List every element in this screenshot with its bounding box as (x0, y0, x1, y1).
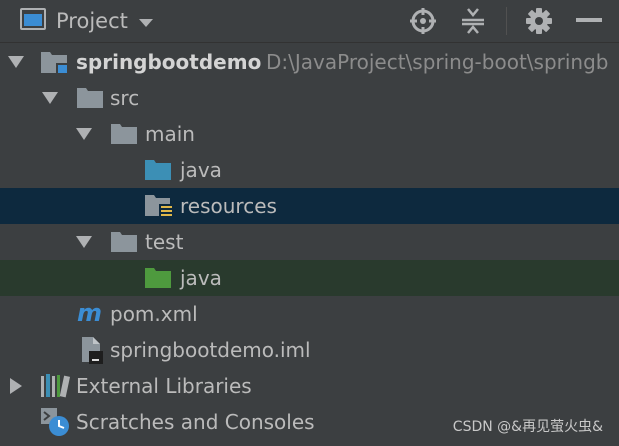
test-folder-label: test (145, 230, 184, 254)
root-module-label: springbootdemo (76, 50, 262, 74)
pom-label: pom.xml (110, 302, 198, 326)
main-folder-label: main (145, 122, 195, 146)
toolbar-separator (506, 7, 507, 35)
tree-node-iml[interactable]: springbootdemo.iml (0, 332, 619, 368)
scratches-label: Scratches and Consoles (76, 410, 315, 434)
folder-icon (110, 224, 138, 260)
resources-label: resources (180, 194, 277, 218)
module-folder-icon (40, 44, 70, 80)
tree-node-main[interactable]: main (0, 116, 619, 152)
project-view-icon (20, 7, 46, 35)
project-view-title: Project (56, 9, 128, 33)
source-folder-icon (144, 152, 172, 188)
project-toolbar: Project (0, 0, 619, 43)
tree-node-main-java[interactable]: java (0, 152, 619, 188)
external-libraries-label: External Libraries (76, 374, 252, 398)
expanded-arrow-icon[interactable] (74, 116, 94, 152)
tree-node-src[interactable]: src (0, 80, 619, 116)
src-folder-label: src (110, 86, 140, 110)
collapse-all-icon[interactable] (456, 0, 490, 42)
tree-node-test-java[interactable]: java (0, 260, 619, 296)
minimize-icon[interactable] (572, 0, 606, 42)
gear-icon[interactable] (522, 0, 556, 42)
collapsed-arrow-icon[interactable] (6, 368, 26, 404)
tree-node-test[interactable]: test (0, 224, 619, 260)
folder-icon (76, 80, 104, 116)
library-books-icon (40, 368, 70, 404)
tree-node-external-libraries[interactable]: External Libraries (0, 368, 619, 404)
locate-crosshair-icon[interactable] (406, 0, 440, 42)
maven-m-icon: m (76, 296, 104, 332)
test-source-folder-icon (144, 260, 172, 296)
dropdown-chevron-icon[interactable] (138, 9, 154, 33)
root-module-path: D:\JavaProject\spring-boot\springb (266, 50, 609, 74)
tree-node-pom[interactable]: m pom.xml (0, 296, 619, 332)
tree-node-resources[interactable]: resources (0, 188, 619, 224)
expanded-arrow-icon[interactable] (74, 224, 94, 260)
expanded-arrow-icon[interactable] (40, 80, 60, 116)
scratches-console-icon (40, 404, 70, 440)
folder-icon (110, 116, 138, 152)
iml-file-icon (80, 332, 104, 368)
expanded-arrow-icon[interactable] (6, 44, 26, 80)
test-java-label: java (180, 266, 222, 290)
svg-text:m: m (77, 302, 102, 326)
main-java-label: java (180, 158, 222, 182)
tree-node-root-module[interactable]: springbootdemo D:\JavaProject\spring-boo… (0, 44, 619, 80)
iml-label: springbootdemo.iml (110, 338, 311, 362)
resources-folder-icon (144, 188, 174, 224)
project-view-selector[interactable]: Project (20, 0, 154, 42)
watermark-text: CSDN @&再见萤火虫& (452, 419, 603, 435)
